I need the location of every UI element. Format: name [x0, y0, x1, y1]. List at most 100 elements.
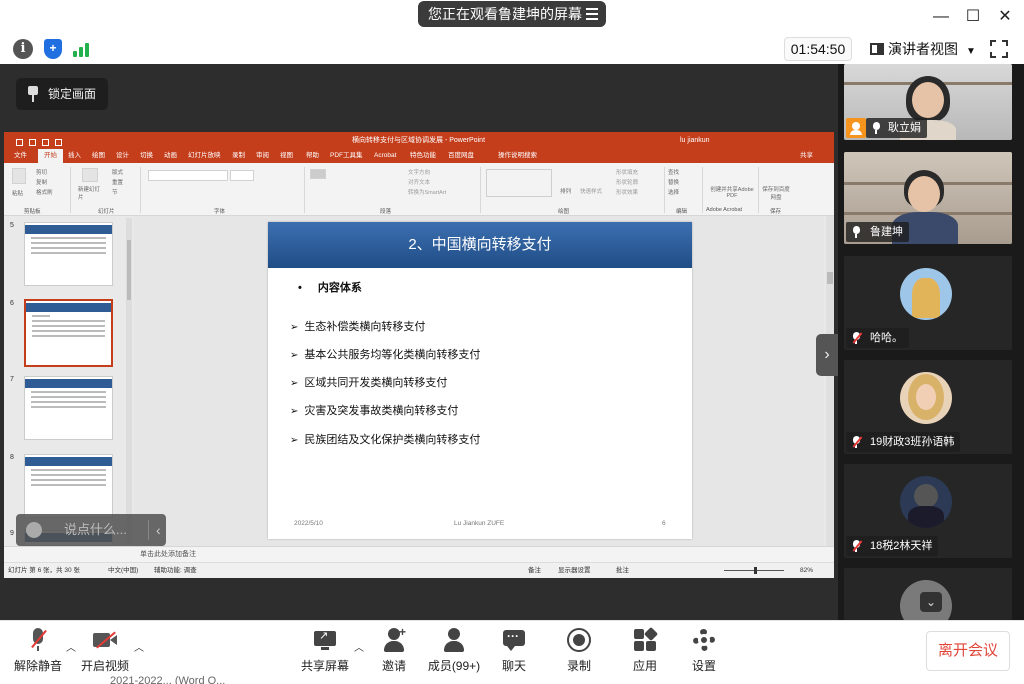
shape-fill-button[interactable]: 形状填充 — [616, 168, 638, 176]
quick-access-toolbar[interactable] — [16, 136, 86, 146]
notes-pane[interactable]: 单击此处添加备注 — [4, 546, 834, 562]
quick-styles-button[interactable]: 快速样式 — [580, 187, 602, 195]
share-screen-button[interactable]: 共享屏幕 — [300, 627, 350, 674]
reset-button[interactable]: 重置 — [112, 178, 123, 186]
format-painter-button[interactable]: 格式刷 — [36, 188, 53, 196]
thumbnail-scrollbar[interactable] — [126, 218, 132, 544]
current-slide[interactable]: 2、中国横向转移支付 • 内容体系 ➢ 生态补偿类横向转移支付 ➢ 基本公共服务均等化… — [268, 222, 692, 539]
chevron-left-icon[interactable]: ‹ — [156, 514, 161, 546]
chat-input-pill[interactable]: 说点什么... ‹ — [16, 514, 166, 546]
copy-button[interactable]: 复制 — [36, 178, 47, 186]
bullets-button[interactable] — [310, 169, 326, 179]
share-button[interactable]: 共享 — [800, 149, 813, 163]
tab-animations[interactable]: 动画 — [164, 149, 177, 163]
collapse-gallery-button[interactable]: › — [816, 334, 838, 376]
tab-baidu[interactable]: 百度网盘 — [448, 149, 474, 163]
section-button[interactable]: 节 — [112, 188, 118, 196]
find-button[interactable]: 查找 — [668, 168, 679, 176]
participant-tile[interactable]: 19财政3班孙语韩 — [844, 360, 1012, 454]
minimize-icon[interactable]: — — [930, 6, 952, 28]
new-slide-icon[interactable] — [82, 168, 98, 182]
language-indicator[interactable]: 中文(中国) — [108, 563, 138, 578]
slide-scrollbar[interactable] — [826, 216, 834, 546]
notes-toggle[interactable]: 备注 — [528, 563, 541, 578]
shape-effect-button[interactable]: 形状效果 — [616, 188, 638, 196]
record-button[interactable]: 录制 — [563, 627, 595, 674]
signal-bars-icon[interactable] — [72, 43, 92, 57]
chat-label: 聊天 — [501, 659, 526, 673]
view-mode-label: 演讲者视图 — [888, 41, 958, 57]
arrange-button[interactable]: 排列 — [560, 187, 571, 195]
paste-icon[interactable] — [12, 168, 26, 184]
tab-home[interactable]: 开始 — [38, 149, 63, 163]
view-mode-dropdown[interactable]: 演讲者视图 ▼ — [862, 37, 980, 61]
menu-icon[interactable] — [586, 8, 598, 20]
lock-screen-button[interactable]: 锁定画面 — [16, 78, 108, 110]
video-tile[interactable]: 耿立娟 — [844, 64, 1012, 140]
video-options-caret[interactable]: ︿ — [134, 639, 144, 654]
zoom-level[interactable]: 82% — [800, 563, 813, 578]
fullscreen-icon[interactable] — [990, 40, 1008, 58]
text-direction-button[interactable]: 文字方向 — [408, 168, 430, 176]
tab-help[interactable]: 帮助 — [306, 149, 319, 163]
tab-acrobat[interactable]: Acrobat — [374, 149, 396, 163]
tab-features[interactable]: 特色功能 — [410, 149, 436, 163]
invite-button[interactable]: 邀请 — [378, 625, 410, 674]
tell-me-search[interactable]: 操作说明搜索 — [498, 149, 537, 163]
screen-share-banner[interactable]: 您正在观看鲁建坤的屏幕 — [418, 1, 606, 27]
share-options-caret[interactable]: ︿ — [354, 639, 364, 654]
security-shield-icon[interactable]: + — [44, 39, 62, 59]
tab-insert[interactable]: 插入 — [68, 149, 81, 163]
create-pdf-button[interactable]: 创建并共享Adobe PDF — [710, 185, 754, 199]
font-size-select[interactable] — [230, 170, 254, 181]
speaker-view-icon — [870, 43, 884, 55]
tab-pdf-tools[interactable]: PDF工具集 — [330, 149, 363, 163]
members-button[interactable]: 成员(99+) — [426, 627, 482, 674]
slide-thumbnail[interactable] — [24, 454, 113, 518]
start-video-button[interactable]: 开启视频 — [80, 627, 130, 674]
gallery-scroll-down[interactable]: ⌄ — [920, 592, 942, 612]
tab-transitions[interactable]: 切换 — [140, 149, 153, 163]
select-button[interactable]: 选择 — [668, 188, 679, 196]
save-baidu-button[interactable]: 保存到百度网盘 — [762, 185, 790, 201]
video-tile[interactable]: 鲁建坤 — [844, 152, 1012, 244]
replace-button[interactable]: 替换 — [668, 178, 679, 186]
close-icon[interactable]: ✕ — [994, 6, 1016, 28]
zoom-slider[interactable] — [724, 567, 784, 574]
participant-tile[interactable]: 18税2林天祥 — [844, 464, 1012, 558]
tab-file[interactable]: 文件 — [14, 149, 27, 163]
tab-view[interactable]: 视图 — [280, 149, 293, 163]
smartart-button[interactable]: 转换为SmartArt — [408, 188, 446, 196]
participant-tile[interactable]: 哈哈。 — [844, 256, 1012, 350]
emoji-icon[interactable] — [26, 522, 42, 538]
tab-slideshow[interactable]: 幻灯片放映 — [188, 149, 221, 163]
chat-button[interactable]: 聊天 — [498, 627, 530, 674]
slide-thumbnail[interactable] — [24, 222, 113, 286]
settings-button[interactable]: 设置 — [688, 627, 720, 674]
cut-button[interactable]: 剪切 — [36, 168, 47, 176]
tab-review[interactable]: 审阅 — [256, 149, 269, 163]
tab-record[interactable]: 录制 — [232, 149, 245, 163]
apps-button[interactable]: 应用 — [629, 626, 661, 674]
comments-toggle[interactable]: 批注 — [616, 563, 629, 578]
font-name-select[interactable] — [148, 170, 228, 181]
tab-draw[interactable]: 绘图 — [92, 149, 105, 163]
leave-meeting-button[interactable]: 离开会议 — [926, 631, 1010, 671]
tab-design[interactable]: 设计 — [116, 149, 129, 163]
shape-outline-button[interactable]: 形状轮廓 — [616, 178, 638, 186]
paste-button[interactable]: 粘贴 — [12, 189, 23, 197]
layout-button[interactable]: 版式 — [112, 168, 123, 176]
slide-thumbnail-selected[interactable] — [24, 299, 113, 367]
font-format-buttons[interactable] — [148, 187, 288, 196]
new-slide-button[interactable]: 新建幻灯片 — [78, 185, 104, 201]
members-icon — [441, 627, 467, 653]
accessibility-indicator[interactable]: 辅助功能: 调查 — [154, 563, 197, 578]
slide-thumbnail[interactable] — [24, 376, 113, 440]
align-text-button[interactable]: 对齐文本 — [408, 178, 430, 186]
shapes-gallery[interactable] — [486, 169, 552, 197]
audio-options-caret[interactable]: ︿ — [66, 639, 76, 654]
display-settings-button[interactable]: 显示器设置 — [558, 563, 591, 578]
unmute-button[interactable]: 解除静音 — [14, 627, 62, 674]
info-icon[interactable]: i — [13, 39, 33, 59]
maximize-icon[interactable]: ☐ — [962, 6, 984, 28]
